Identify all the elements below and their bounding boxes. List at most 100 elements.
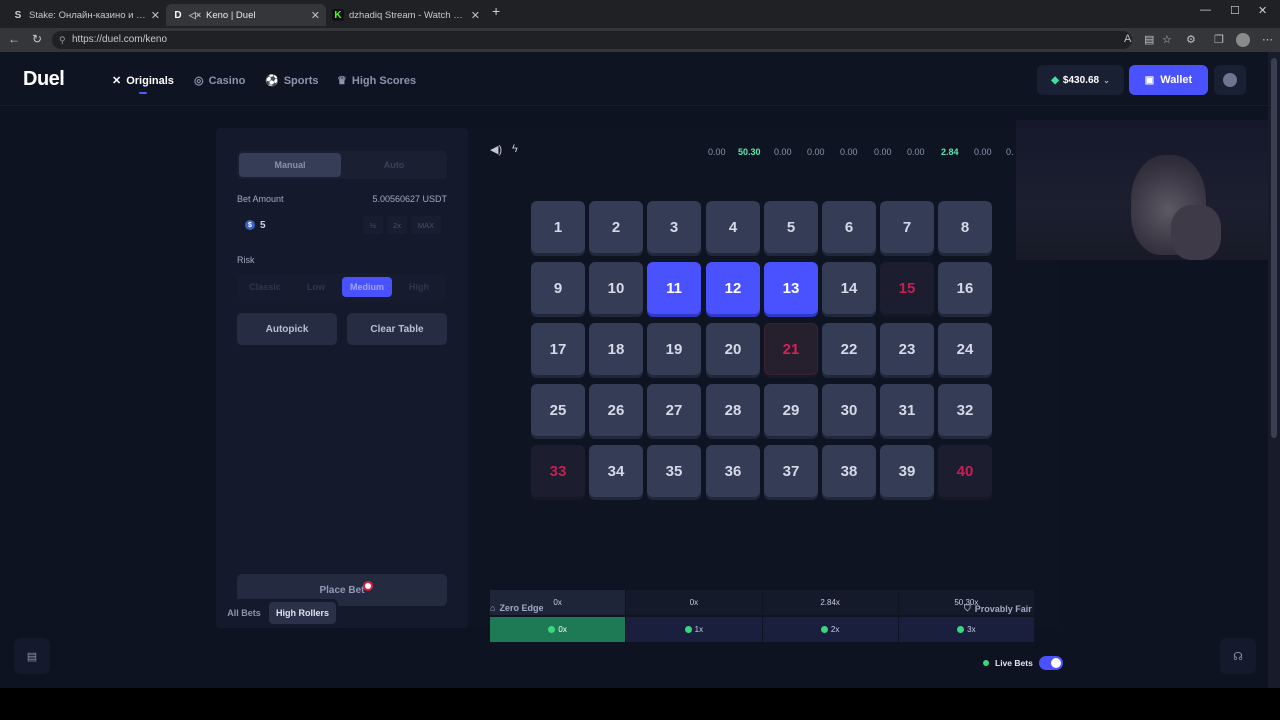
provably-fair-link[interactable]: ⛉ Provably Fair [964,603,1032,614]
lightning-icon[interactable]: ϟ [512,143,518,155]
keno-tile-17[interactable]: 17 [531,323,585,375]
half-bet-button[interactable]: ½ [363,216,383,234]
live-bets-control[interactable]: Live Bets [983,656,1063,670]
profile-avatar-icon[interactable] [1236,33,1250,47]
keno-tile-22[interactable]: 22 [822,323,876,375]
keno-tile-20[interactable]: 20 [706,323,760,375]
tab-high-rollers[interactable]: High Rollers [269,602,336,624]
keno-tile-2[interactable]: 2 [589,201,643,253]
url-field[interactable]: ⚲ https://duel.com/keno [52,31,1132,49]
active-nav-indicator [139,92,147,94]
tab-stake[interactable]: S Stake: Онлайн-казино и ставки на ✕ [6,4,166,26]
autopick-button[interactable]: Autopick [237,313,337,345]
keno-tile-11[interactable]: 11 [647,262,701,314]
keno-tile-25[interactable]: 25 [531,384,585,436]
close-tab-icon[interactable]: ✕ [151,9,160,22]
keno-tile-18[interactable]: 18 [589,323,643,375]
more-menu-icon[interactable]: ⋯ [1262,33,1273,46]
payout-multiplier: 0x [626,590,762,615]
keno-tile-5[interactable]: 5 [764,201,818,253]
user-menu-button[interactable] [1214,65,1246,95]
keno-tile-37[interactable]: 37 [764,445,818,497]
tab-all-bets[interactable]: All Bets [220,602,268,624]
keno-tile-15[interactable]: 15 [880,262,934,314]
keno-tile-3[interactable]: 3 [647,201,701,253]
collections-icon[interactable]: ❐ [1214,33,1224,46]
keno-tile-6[interactable]: 6 [822,201,876,253]
sound-icon[interactable]: ◀) [490,143,502,156]
keno-tile-29[interactable]: 29 [764,384,818,436]
history-multiplier: 0.00 [807,147,825,157]
site-info-icon[interactable]: ⚲ [59,31,66,49]
keno-tile-8[interactable]: 8 [938,201,992,253]
close-tab-icon[interactable]: ✕ [311,9,320,22]
reload-icon[interactable]: ↻ [32,32,42,46]
chevron-down-icon: ⌄ [1103,75,1110,85]
keno-tile-21[interactable]: 21 [764,323,818,375]
keno-tile-10[interactable]: 10 [589,262,643,314]
close-tab-icon[interactable]: ✕ [471,9,480,22]
new-tab-button[interactable]: + [492,3,500,19]
keno-tile-7[interactable]: 7 [880,201,934,253]
nav-originals[interactable]: ✕ Originals [112,74,174,88]
zero-edge-link[interactable]: ⌂ Zero Edge [490,603,543,613]
max-bet-button[interactable]: MAX [411,216,441,234]
scrollbar-thumb[interactable] [1271,58,1277,438]
keno-tile-1[interactable]: 1 [531,201,585,253]
keno-tile-28[interactable]: 28 [706,384,760,436]
close-window-button[interactable]: ✕ [1258,4,1267,17]
live-bets-toggle[interactable] [1038,656,1063,670]
manual-mode-button[interactable]: Manual [239,153,341,177]
extensions-icon[interactable]: ⚙ [1186,33,1196,46]
keno-tile-32[interactable]: 32 [938,384,992,436]
keno-tile-9[interactable]: 9 [531,262,585,314]
clear-table-button[interactable]: Clear Table [347,313,447,345]
keno-tile-12[interactable]: 12 [706,262,760,314]
keno-tile-36[interactable]: 36 [706,445,760,497]
bookmark-star-icon[interactable]: ☆ [1162,33,1172,46]
tab-kick-stream[interactable]: K dzhadiq Stream - Watch Live on K ✕ [326,4,486,26]
muted-speaker-icon[interactable]: ◁× [189,9,201,21]
tab-title: dzhadiq Stream - Watch Live on K [349,9,466,21]
risk-medium-button[interactable]: Medium [342,277,392,297]
keno-tile-27[interactable]: 27 [647,384,701,436]
minimize-button[interactable]: — [1200,4,1211,16]
keno-tile-30[interactable]: 30 [822,384,876,436]
keno-tile-23[interactable]: 23 [880,323,934,375]
keno-tile-24[interactable]: 24 [938,323,992,375]
auto-mode-button[interactable]: Auto [343,153,445,177]
risk-high-button[interactable]: High [394,277,444,297]
keno-tile-33[interactable]: 33 [531,445,585,497]
wallet-button[interactable]: ▣ Wallet [1129,65,1208,95]
keno-tile-34[interactable]: 34 [589,445,643,497]
url-text: https://duel.com/keno [72,34,168,45]
keno-tile-13[interactable]: 13 [764,262,818,314]
keno-tile-40[interactable]: 40 [938,445,992,497]
nav-casino[interactable]: ◎ Casino [194,74,245,88]
back-icon[interactable]: ← [8,32,20,46]
reader-icon[interactable]: ▤ [1144,33,1154,46]
support-button[interactable]: ☊ [1220,638,1256,674]
duel-logo[interactable]: Duel [23,68,65,91]
keno-tile-4[interactable]: 4 [706,201,760,253]
gem-icon: ◆ [1051,74,1059,86]
double-bet-button[interactable]: 2x [387,216,407,234]
nav-high-scores[interactable]: ♛ High Scores [337,74,416,88]
keno-tile-19[interactable]: 19 [647,323,701,375]
maximize-button[interactable]: ☐ [1230,4,1240,17]
keno-tile-38[interactable]: 38 [822,445,876,497]
keno-tile-31[interactable]: 31 [880,384,934,436]
keno-tile-39[interactable]: 39 [880,445,934,497]
keno-tile-26[interactable]: 26 [589,384,643,436]
page-scrollbar[interactable] [1268,52,1280,688]
risk-classic-button[interactable]: Classic [240,277,290,297]
keno-tile-16[interactable]: 16 [938,262,992,314]
tab-keno-duel[interactable]: D ◁× Keno | Duel ✕ [166,4,326,26]
balance-dropdown[interactable]: ◆ $430.68 ⌄ [1037,65,1124,95]
risk-low-button[interactable]: Low [291,277,341,297]
nav-sports[interactable]: ⚽ Sports [265,74,319,88]
keno-tile-35[interactable]: 35 [647,445,701,497]
translate-icon[interactable]: A [1124,33,1131,45]
chat-button[interactable]: ▤ [14,638,50,674]
keno-tile-14[interactable]: 14 [822,262,876,314]
